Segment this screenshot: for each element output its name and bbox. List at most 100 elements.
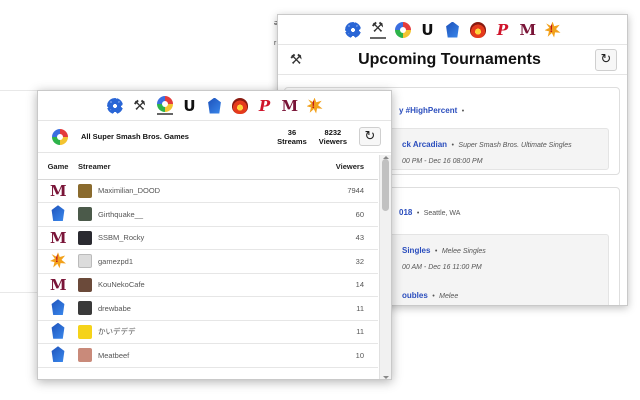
viewer-count: 7944 bbox=[276, 179, 378, 203]
event-name-link[interactable]: ck Arcadian bbox=[402, 140, 447, 149]
avatar bbox=[78, 277, 92, 292]
tournament-location: Seattle, WA bbox=[423, 210, 461, 217]
tournament-name-link[interactable]: y #HighPercent bbox=[399, 106, 457, 115]
crossed-axes-icon: ⚒ bbox=[371, 20, 384, 36]
column-header-streamer[interactable]: Streamer bbox=[78, 155, 277, 180]
viewer-count: 60 bbox=[276, 202, 378, 227]
separator: • bbox=[434, 248, 438, 255]
scrollbar-thumb[interactable] bbox=[382, 159, 389, 211]
event-game: Super Smash Bros. Ultimate Singles bbox=[458, 142, 572, 149]
tournaments-header: ⚒ Upcoming Tournaments ↻ bbox=[278, 45, 627, 75]
tab-settings[interactable] bbox=[344, 21, 361, 38]
tab-wii-u[interactable] bbox=[445, 21, 461, 38]
table-row[interactable]: かいデデデ 11 bbox=[38, 320, 378, 344]
tab-wii-u[interactable] bbox=[207, 97, 223, 114]
refresh-button[interactable]: ↻ bbox=[359, 127, 381, 146]
avatar bbox=[78, 324, 92, 339]
tab-project-m[interactable]: P bbox=[257, 98, 273, 114]
blue-crest-icon bbox=[446, 21, 459, 38]
separator: • bbox=[432, 293, 435, 300]
streamer-name-link[interactable]: Meatbeef bbox=[98, 351, 129, 360]
table-row[interactable]: Meatbeef 10 bbox=[38, 343, 378, 368]
tab-all-games[interactable] bbox=[156, 96, 173, 115]
melee-m-icon: M bbox=[519, 20, 537, 39]
blue-crest-icon bbox=[51, 299, 65, 316]
viewer-count: 11 bbox=[276, 320, 378, 344]
table-row[interactable]: M SSBM_Rocky 43 bbox=[38, 226, 378, 250]
gear-icon bbox=[106, 97, 123, 114]
viewers-count-value: 8232 bbox=[324, 127, 342, 137]
blue-crest-icon bbox=[51, 205, 65, 222]
event-game: Melee bbox=[439, 293, 459, 300]
p-logo-icon: P bbox=[496, 20, 509, 39]
tab-melee[interactable]: M bbox=[281, 96, 299, 115]
event-name-link[interactable]: oubles bbox=[402, 291, 428, 300]
avatar bbox=[78, 301, 92, 316]
avatar bbox=[78, 230, 92, 245]
viewer-count: 43 bbox=[276, 226, 378, 250]
smash-ball-icon bbox=[156, 96, 173, 112]
separator: • bbox=[461, 108, 465, 115]
blue-crest-icon bbox=[208, 97, 221, 114]
streamer-name-link[interactable]: SSBM_Rocky bbox=[98, 233, 144, 242]
streams-summary: All Super Smash Bros. Games 36 Streams 8… bbox=[38, 121, 391, 153]
tab-ultimate[interactable]: U bbox=[182, 98, 198, 114]
tab-ultimate[interactable]: U bbox=[420, 22, 436, 38]
tab-64[interactable] bbox=[306, 97, 323, 114]
table-row[interactable]: Girthquake__ 60 bbox=[38, 202, 378, 227]
streamer-name-link[interactable]: Maximilian_DOOD bbox=[98, 186, 160, 195]
streamer-name-link[interactable]: KouNekoCafe bbox=[98, 280, 145, 289]
melee-m-icon: M bbox=[281, 96, 299, 115]
blue-crest-icon bbox=[51, 322, 65, 339]
table-row[interactable]: M KouNekoCafe 14 bbox=[38, 273, 378, 297]
tournament-name-link[interactable]: 018 bbox=[399, 208, 412, 217]
viewers-count-label: Viewers bbox=[318, 136, 347, 146]
table-row[interactable]: M Maximilian_DOOD 7944 bbox=[38, 179, 378, 203]
viewer-count: 11 bbox=[276, 296, 378, 321]
streamer-name-link[interactable]: drewbabe bbox=[98, 304, 131, 313]
tab-brawl[interactable] bbox=[231, 97, 248, 114]
tab-settings[interactable] bbox=[106, 97, 123, 114]
tab-melee[interactable]: M bbox=[519, 20, 537, 39]
event-name-link[interactable]: Singles bbox=[402, 246, 430, 255]
background-stray-glyph-2: r bbox=[274, 40, 277, 47]
streams-count-value: 36 bbox=[287, 127, 297, 137]
streamer-name-link[interactable]: gamezpd1 bbox=[98, 257, 133, 266]
tab-all-games[interactable] bbox=[394, 21, 411, 38]
table-row[interactable]: drewbabe 11 bbox=[38, 296, 378, 321]
crossed-axes-icon: ⚒ bbox=[133, 97, 146, 114]
tab-64[interactable] bbox=[544, 21, 561, 38]
viewer-count: 32 bbox=[276, 249, 378, 274]
streams-table: Game Streamer Viewers M Maximilian_DOOD … bbox=[38, 155, 378, 368]
page-title: Upcoming Tournaments bbox=[358, 50, 541, 68]
melee-m-icon: M bbox=[50, 228, 67, 247]
smash-ball-icon bbox=[52, 128, 68, 145]
tab-tournaments[interactable]: ⚒ bbox=[132, 98, 148, 114]
column-header-game[interactable]: Game bbox=[38, 155, 78, 180]
table-header-row: Game Streamer Viewers bbox=[38, 155, 378, 180]
game-title: All Super Smash Bros. Games bbox=[81, 132, 189, 141]
tab-project-m[interactable]: P bbox=[495, 22, 511, 38]
refresh-button[interactable]: ↻ bbox=[595, 48, 617, 71]
blue-crest-icon bbox=[51, 346, 65, 363]
table-row[interactable]: gamezpd1 32 bbox=[38, 249, 378, 274]
vertical-scrollbar[interactable] bbox=[379, 155, 391, 379]
streamer-name-link[interactable]: Girthquake__ bbox=[98, 210, 143, 219]
gear-icon bbox=[344, 21, 361, 38]
tab-tournaments[interactable]: ⚒ bbox=[369, 20, 386, 39]
streamer-name-link[interactable]: かいデデデ bbox=[98, 326, 136, 337]
scroll-down-arrow-icon[interactable] bbox=[383, 376, 389, 379]
ultimate-u-icon: U bbox=[183, 96, 196, 115]
p-logo-icon: P bbox=[258, 96, 271, 115]
red-emblem-icon bbox=[231, 97, 248, 114]
crossed-axes-icon: ⚒ bbox=[289, 51, 303, 68]
event-time: 00 PM - Dec 16 08:00 PM bbox=[402, 158, 483, 165]
red-emblem-icon bbox=[469, 21, 486, 38]
burst-icon bbox=[544, 21, 561, 38]
avatar bbox=[78, 207, 92, 222]
tab-brawl[interactable] bbox=[469, 21, 486, 38]
smash-ball-icon bbox=[394, 21, 411, 38]
column-header-viewers[interactable]: Viewers bbox=[276, 155, 378, 180]
streams-count-label: Streams bbox=[277, 136, 307, 146]
burst-icon bbox=[50, 252, 66, 269]
